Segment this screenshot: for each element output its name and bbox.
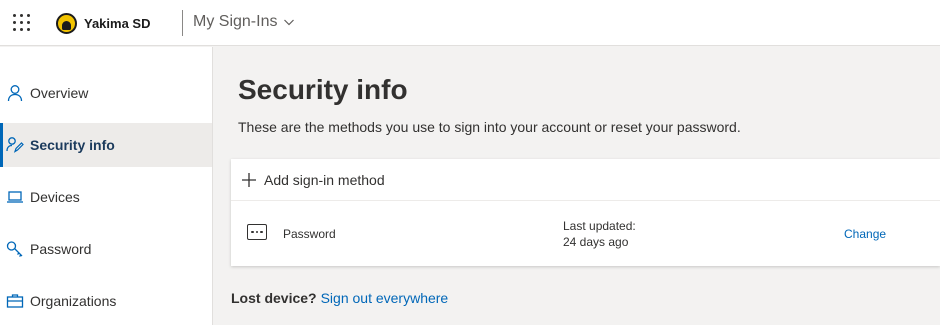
sidebar-item-label: Password: [30, 241, 92, 257]
laptop-icon: [7, 191, 23, 203]
active-indicator: [0, 123, 3, 167]
sidebar-nav: Overview Security info Devices Password …: [0, 47, 213, 325]
sidebar-item-devices[interactable]: Devices: [0, 175, 212, 219]
sidebar-item-label: Organizations: [30, 293, 117, 309]
add-sign-in-method-button[interactable]: Add sign-in method: [231, 159, 940, 201]
sidebar-item-label: Overview: [30, 85, 89, 101]
page-subtitle: These are the methods you use to sign in…: [238, 119, 741, 135]
method-name: Password: [283, 227, 336, 241]
last-updated-label: Last updated:: [563, 219, 636, 233]
org-branding[interactable]: Yakima SD: [56, 12, 151, 34]
org-name: Yakima SD: [84, 15, 151, 31]
sidebar-item-label: Devices: [30, 189, 80, 205]
security-info-icon: [6, 137, 24, 153]
lost-device-question: Lost device?: [231, 290, 317, 306]
last-updated-value: 24 days ago: [563, 235, 629, 249]
sidebar-item-password[interactable]: Password: [0, 227, 212, 271]
briefcase-icon: [6, 294, 24, 308]
method-row: Password Last updated: 24 days ago Chang…: [231, 202, 940, 266]
app-title-menu[interactable]: My Sign-Ins: [193, 13, 295, 31]
page-title: Security info: [238, 74, 408, 105]
org-logo: [56, 12, 77, 34]
key-icon: [6, 241, 23, 257]
sidebar-item-organizations[interactable]: Organizations: [0, 279, 212, 323]
top-bar: Yakima SD My Sign-Ins: [0, 0, 940, 46]
person-icon: [7, 85, 23, 102]
lost-device-row: Lost device? Sign out everywhere: [231, 290, 448, 306]
security-methods-card: Add sign-in method Password Last updated…: [231, 159, 940, 266]
add-method-label: Add sign-in method: [264, 171, 385, 188]
chevron-down-icon: [284, 19, 295, 26]
password-dots-icon: [247, 224, 267, 240]
sidebar-item-overview[interactable]: Overview: [0, 71, 212, 115]
plus-icon: [242, 173, 256, 187]
sign-out-everywhere-link[interactable]: Sign out everywhere: [321, 290, 449, 306]
change-password-link[interactable]: Change: [844, 227, 886, 241]
app-title: My Sign-Ins: [193, 13, 278, 30]
header-divider: [182, 10, 183, 36]
app-launcher-icon[interactable]: [13, 14, 31, 32]
sidebar-item-label: Security info: [30, 137, 115, 153]
sidebar-item-security-info[interactable]: Security info: [0, 123, 212, 167]
